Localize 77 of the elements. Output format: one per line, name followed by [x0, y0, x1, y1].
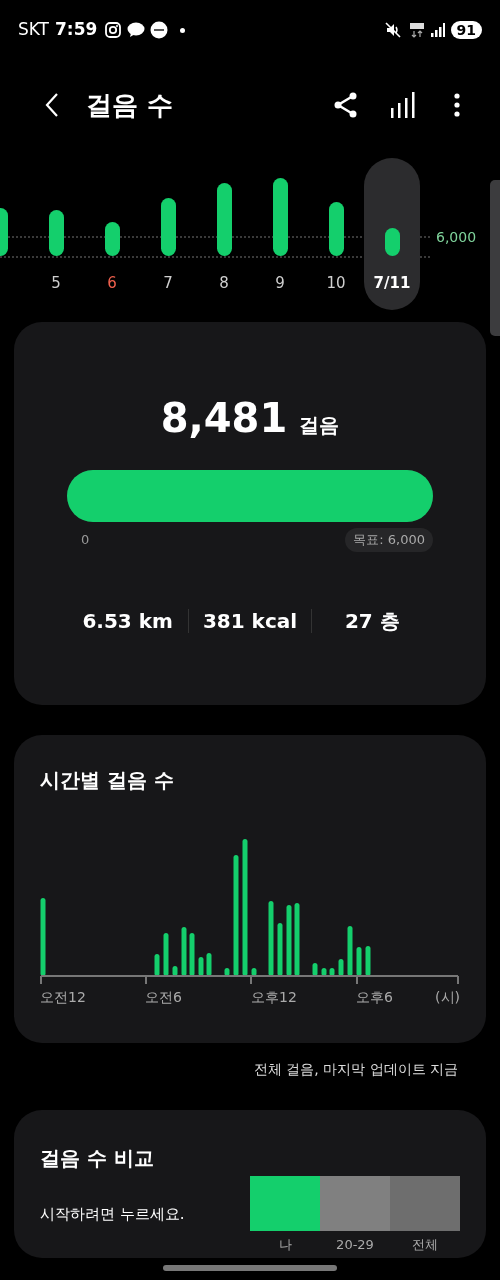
share-icon[interactable] [334, 92, 358, 118]
clock: 7:59 [55, 18, 98, 42]
hour-bar [206, 953, 212, 976]
day-label: 10 [326, 273, 346, 294]
signal-icon [430, 23, 445, 37]
axis-label: 오전6 [145, 988, 182, 1007]
dot-icon [180, 27, 186, 33]
hourly-card[interactable]: 시간별 걸음 수 오전12 오전6 오후12 오후6 (시) [14, 735, 486, 1043]
card-title: 시간별 걸음 수 [40, 768, 174, 792]
carrier: SKT [18, 18, 49, 42]
hour-bar [172, 966, 178, 976]
day-label: 5 [51, 273, 61, 294]
more-icon[interactable] [454, 93, 460, 117]
watch-app-icon [150, 21, 169, 39]
day-bar[interactable] [272, 178, 288, 256]
day-bar[interactable] [104, 222, 120, 256]
hour-bar [181, 927, 187, 976]
day-bar [384, 228, 400, 256]
stat-value: 381 kcal [202, 607, 298, 635]
chat-bubble-icon [127, 22, 146, 38]
battery-indicator: 91 [450, 21, 482, 39]
day-column[interactable]: 8 [196, 158, 252, 310]
comparison-label: 전체 [411, 1236, 439, 1254]
hour-bar [312, 963, 318, 976]
update-note: 전체 걸음, 마지막 업데이트 지금 [253, 1060, 458, 1079]
lte-icon [408, 22, 425, 38]
summary-card[interactable]: 8,481 걸음 0 목표: 6,000 6.53 km 381 kcal 27 층 [14, 322, 486, 705]
day-label: 6 [107, 273, 117, 294]
mute-icon [384, 22, 401, 38]
progress-start-label: 0 [81, 531, 90, 549]
hour-bar [347, 926, 353, 976]
goal-line-label: 6,000 [436, 228, 477, 247]
stat-value: 6.53 km [82, 607, 173, 635]
bar-chart-icon[interactable] [390, 92, 416, 118]
day-bar[interactable] [48, 210, 64, 256]
comparison-label: 나 [277, 1236, 293, 1254]
axis-label: 오후6 [356, 988, 393, 1007]
hour-bar [224, 968, 230, 976]
day-label: 8 [219, 273, 229, 294]
hour-bar [198, 957, 204, 976]
comparison-label: 20-29 [335, 1236, 375, 1254]
page-title: 걸음 수 [86, 88, 174, 122]
start-hint: 시작하려면 누르세요. [40, 1204, 186, 1225]
compare-card[interactable]: 걸음 수 비교 시작하려면 누르세요. 나 20-29 전체 [14, 1110, 486, 1258]
hour-bar [321, 968, 327, 976]
day-label: 7/11 [373, 273, 411, 294]
day-column[interactable]: 9 [252, 158, 308, 310]
instagram-icon [105, 22, 122, 38]
hour-bar [356, 947, 362, 976]
day-column[interactable]: 5 [28, 158, 84, 310]
hour-bar [189, 933, 195, 976]
day-bar[interactable] [328, 202, 344, 256]
day-label: 7 [163, 273, 173, 294]
day-label: 9 [275, 273, 285, 294]
step-count: 8,481 [160, 394, 288, 443]
day-column[interactable]: 7 [140, 158, 196, 310]
hour-bar [277, 923, 283, 976]
scrollbar[interactable] [490, 180, 500, 336]
hour-bar [251, 968, 257, 976]
selected-day-highlight[interactable]: 7/11 [364, 158, 420, 310]
day-column[interactable]: 10 [308, 158, 364, 310]
goal-badge: 목표: 6,000 [345, 528, 433, 552]
hour-bar [154, 954, 160, 976]
day-bar[interactable] [216, 183, 232, 256]
axis-unit: (시) [435, 988, 460, 1007]
hour-bar [286, 905, 292, 976]
hour-bar [329, 968, 335, 976]
axis-label: 오후12 [251, 988, 297, 1007]
stat-value: 27 층 [344, 607, 400, 635]
hour-bar [338, 959, 344, 976]
step-unit: 걸음 [299, 412, 340, 439]
day-bar[interactable] [160, 198, 176, 256]
hour-bar [163, 933, 169, 976]
hour-bar [365, 946, 371, 976]
card-title: 걸음 수 비교 [40, 1145, 155, 1172]
axis-label: 오전12 [40, 988, 86, 1007]
day-column[interactable]: 6 [84, 158, 140, 310]
